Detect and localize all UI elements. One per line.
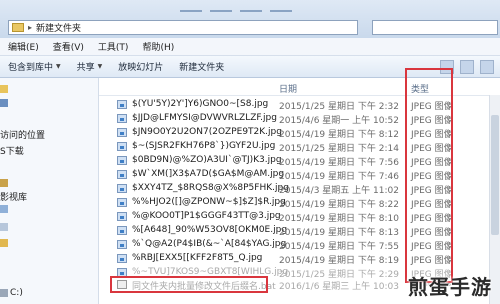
- nav-item-video-library[interactable]: 影视库: [0, 190, 27, 203]
- dropdown-caret-icon: ▼: [56, 63, 61, 70]
- column-header-date[interactable]: 日期: [279, 82, 297, 95]
- file-name: $XXY4TZ_$8RQS8@X%8P5FHK.jpg: [132, 183, 289, 193]
- file-name: %RBJ[EXX5[[KFF2F8T5_Q.jpg: [132, 253, 263, 263]
- new-folder-button[interactable]: 新建文件夹: [179, 60, 224, 73]
- nav-item[interactable]: [0, 84, 10, 94]
- nav-item[interactable]: [0, 178, 10, 188]
- documents-icon: [0, 222, 8, 231]
- music-icon: [0, 238, 8, 247]
- menu-item-edit[interactable]: 编辑(E): [8, 40, 39, 53]
- menu-item-view[interactable]: 查看(V): [53, 40, 84, 53]
- image-file-icon: [117, 156, 127, 165]
- file-date: 2015/4/6 星期一 上午 10:52: [279, 116, 399, 126]
- title-decoration: [180, 10, 202, 12]
- file-name: $~(SJSR2FKH76P8`})GYF2U.jpg: [132, 141, 276, 151]
- file-date: 2015/4/19 星期日 下午 7:46: [279, 172, 399, 182]
- window-title-strip: [0, 2, 500, 18]
- file-name: $JJD@LFMYSI@DVWVRLZLZF.jpg: [132, 113, 277, 123]
- nav-item[interactable]: [0, 238, 10, 248]
- nav-item-downloads[interactable]: S下载: [0, 144, 24, 157]
- dropdown-caret-icon: ▼: [97, 63, 103, 70]
- nav-item[interactable]: [0, 98, 10, 108]
- file-date: 2015/4/3 星期五 上午 11:02: [279, 186, 399, 196]
- address-input[interactable]: ▸ 新建文件夹: [8, 20, 358, 35]
- image-file-icon: [117, 142, 127, 151]
- file-name: %[A648]_90%W53OV8[OKM0E.jpg: [132, 225, 288, 235]
- nav-item[interactable]: [0, 204, 10, 214]
- navigation-pane: 访问的位置 S下载 影视库 C:): [0, 78, 99, 304]
- image-file-icon: [117, 114, 127, 123]
- help-icon[interactable]: [480, 60, 494, 74]
- title-decoration: [270, 10, 292, 12]
- file-name: $JN9O0Y2U2ON7(2OZPE9T2K.jpg: [132, 127, 282, 137]
- file-name: %%HJO2([]@ZPONW~$]$Z]$R.jpg: [132, 197, 286, 207]
- file-name: $0BD9N)@%ZO)A3UI`@TJ)K3.jpg: [132, 155, 282, 165]
- title-decoration: [240, 10, 262, 12]
- include-in-library-button[interactable]: 包含到库中 ▼: [8, 60, 61, 73]
- menu-item-help[interactable]: 帮助(H): [142, 40, 174, 53]
- bat-file-highlight: [110, 276, 268, 293]
- library-icon: [0, 178, 8, 187]
- file-date: 2015/4/19 星期日 下午 7:56: [279, 158, 399, 168]
- type-column-highlight: [405, 68, 453, 283]
- slideshow-button[interactable]: 放映幻灯片: [118, 60, 163, 73]
- file-date: 2015/1/25 星期日 下午 2:14: [279, 144, 399, 154]
- breadcrumb-chevron-icon[interactable]: ▸: [28, 23, 32, 32]
- image-file-icon: [117, 226, 127, 235]
- breadcrumb-current-folder[interactable]: 新建文件夹: [36, 21, 81, 34]
- image-file-icon: [117, 170, 127, 179]
- file-name: %@KOO0T]P1$GGGF43TT@3.jpg: [132, 211, 281, 221]
- pictures-icon: [0, 204, 8, 213]
- scrollbar-thumb[interactable]: [491, 115, 499, 235]
- share-button[interactable]: 共享 ▼: [77, 60, 103, 73]
- search-input[interactable]: [372, 20, 498, 35]
- file-date: 2015/4/19 星期日 下午 8:19: [279, 256, 399, 266]
- favorites-icon: [0, 84, 8, 93]
- file-date: 2015/4/19 星期日 下午 8:13: [279, 228, 399, 238]
- file-name: $(YU'5Y)2Y']Y6)GNO0~[S8.jpg: [132, 99, 269, 109]
- preview-pane-icon[interactable]: [460, 60, 474, 74]
- nav-item-drive-c[interactable]: C:): [0, 288, 23, 298]
- image-file-icon: [117, 128, 127, 137]
- image-file-icon: [117, 254, 127, 263]
- file-date: 2015/4/19 星期日 下午 7:55: [279, 242, 399, 252]
- image-file-icon: [117, 198, 127, 207]
- image-file-icon: [117, 212, 127, 221]
- include-in-library-label: 包含到库中: [8, 63, 54, 73]
- nav-item[interactable]: [0, 222, 10, 232]
- watermark-text: 煎蛋手游: [408, 275, 492, 299]
- menu-bar: 编辑(E) 查看(V) 工具(T) 帮助(H): [0, 38, 500, 56]
- image-file-icon: [117, 240, 127, 249]
- file-date: 2016/1/6 星期三 上午 10:03: [279, 282, 399, 292]
- image-file-icon: [117, 100, 127, 109]
- nav-item-recent-places[interactable]: 访问的位置: [0, 128, 45, 141]
- menu-item-tools[interactable]: 工具(T): [98, 40, 129, 53]
- folder-icon: [12, 23, 24, 32]
- share-label: 共享: [76, 63, 95, 73]
- desktop-icon: [0, 98, 8, 107]
- file-name: $W`XM(]X3$A7D($GA$M@AM.jpg: [132, 169, 285, 179]
- address-bar-area: ▸ 新建文件夹: [0, 0, 500, 38]
- image-file-icon: [117, 184, 127, 193]
- file-date: 2015/1/25 星期日 下午 2:32: [279, 102, 399, 112]
- file-date: 2015/4/19 星期日 下午 8:22: [279, 200, 399, 210]
- title-decoration: [210, 10, 232, 12]
- drive-icon: [0, 288, 8, 297]
- file-name: %`Q@A2(P4$IB(&~`A[84$YAG.jpg: [132, 239, 287, 249]
- file-date: 2015/4/19 星期日 下午 8:12: [279, 130, 399, 140]
- file-date: 2015/4/19 星期日 下午 8:10: [279, 214, 399, 224]
